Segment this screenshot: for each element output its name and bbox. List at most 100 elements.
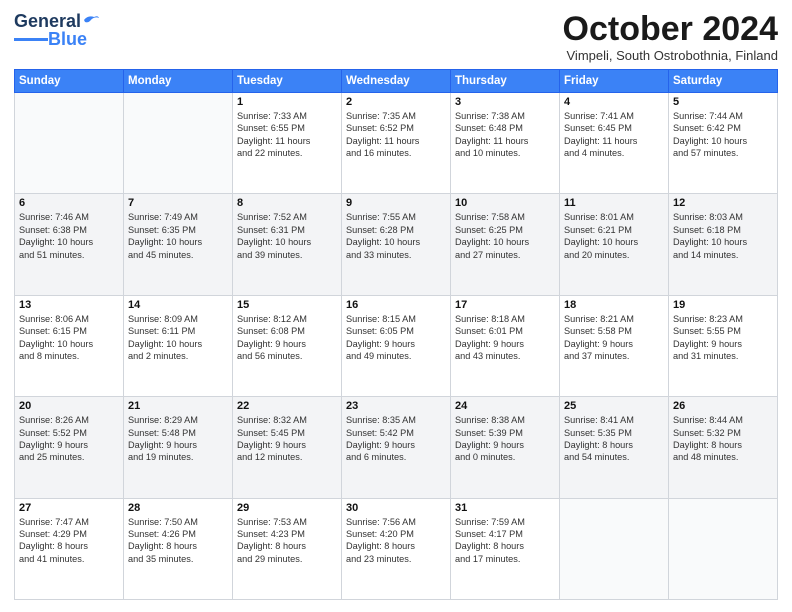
cell-text: Sunset: 4:26 PM xyxy=(128,528,228,540)
cell-text: Sunset: 6:18 PM xyxy=(673,224,773,236)
calendar-table: Sunday Monday Tuesday Wednesday Thursday… xyxy=(14,69,778,600)
cell-text: Sunset: 6:08 PM xyxy=(237,325,337,337)
day-number: 3 xyxy=(455,96,555,108)
cell-text: Sunset: 4:20 PM xyxy=(346,528,446,540)
cell-text: Daylight: 10 hours xyxy=(128,236,228,248)
cell-text: Sunrise: 8:29 AM xyxy=(128,414,228,426)
cell-text: Sunset: 6:45 PM xyxy=(564,122,664,134)
cell-text: Sunrise: 8:03 AM xyxy=(673,211,773,223)
cell-text: and 43 minutes. xyxy=(455,350,555,362)
cell-text: Daylight: 8 hours xyxy=(19,540,119,552)
day-number: 30 xyxy=(346,502,446,514)
cell-text: Daylight: 10 hours xyxy=(19,236,119,248)
day-number: 16 xyxy=(346,299,446,311)
cell-text: Sunrise: 7:47 AM xyxy=(19,516,119,528)
day-number: 24 xyxy=(455,400,555,412)
cell-text: Sunset: 4:23 PM xyxy=(237,528,337,540)
table-row: 7Sunrise: 7:49 AMSunset: 6:35 PMDaylight… xyxy=(124,194,233,295)
cell-text: and 37 minutes. xyxy=(564,350,664,362)
cell-text: Daylight: 11 hours xyxy=(346,135,446,147)
table-row: 23Sunrise: 8:35 AMSunset: 5:42 PMDayligh… xyxy=(342,397,451,498)
day-number: 6 xyxy=(19,197,119,209)
cell-text: and 20 minutes. xyxy=(564,249,664,261)
table-row: 30Sunrise: 7:56 AMSunset: 4:20 PMDayligh… xyxy=(342,498,451,599)
table-row: 1Sunrise: 7:33 AMSunset: 6:55 PMDaylight… xyxy=(233,93,342,194)
table-row: 9Sunrise: 7:55 AMSunset: 6:28 PMDaylight… xyxy=(342,194,451,295)
cell-text: Sunset: 5:35 PM xyxy=(564,427,664,439)
cell-text: Daylight: 8 hours xyxy=(128,540,228,552)
cell-text: Sunrise: 7:44 AM xyxy=(673,110,773,122)
cell-text: and 57 minutes. xyxy=(673,147,773,159)
cell-text: and 49 minutes. xyxy=(346,350,446,362)
cell-text: and 0 minutes. xyxy=(455,451,555,463)
cell-text: Daylight: 11 hours xyxy=(564,135,664,147)
cell-text: and 51 minutes. xyxy=(19,249,119,261)
day-number: 29 xyxy=(237,502,337,514)
cell-text: and 41 minutes. xyxy=(19,553,119,565)
cell-text: Sunrise: 7:35 AM xyxy=(346,110,446,122)
col-saturday: Saturday xyxy=(669,70,778,93)
cell-text: Sunrise: 8:35 AM xyxy=(346,414,446,426)
day-number: 20 xyxy=(19,400,119,412)
cell-text: Sunset: 6:25 PM xyxy=(455,224,555,236)
day-number: 1 xyxy=(237,96,337,108)
cell-text: and 8 minutes. xyxy=(19,350,119,362)
bird-icon xyxy=(82,13,100,27)
cell-text: Sunrise: 8:38 AM xyxy=(455,414,555,426)
cell-text: and 31 minutes. xyxy=(673,350,773,362)
cell-text: Daylight: 9 hours xyxy=(237,439,337,451)
calendar-header-row: Sunday Monday Tuesday Wednesday Thursday… xyxy=(15,70,778,93)
cell-text: Daylight: 11 hours xyxy=(237,135,337,147)
calendar-week-row: 20Sunrise: 8:26 AMSunset: 5:52 PMDayligh… xyxy=(15,397,778,498)
cell-text: Sunrise: 8:15 AM xyxy=(346,313,446,325)
day-number: 7 xyxy=(128,197,228,209)
cell-text: Sunrise: 8:23 AM xyxy=(673,313,773,325)
table-row: 19Sunrise: 8:23 AMSunset: 5:55 PMDayligh… xyxy=(669,295,778,396)
cell-text: Sunrise: 7:46 AM xyxy=(19,211,119,223)
table-row: 13Sunrise: 8:06 AMSunset: 6:15 PMDayligh… xyxy=(15,295,124,396)
cell-text: and 19 minutes. xyxy=(128,451,228,463)
cell-text: and 4 minutes. xyxy=(564,147,664,159)
cell-text: Sunrise: 8:12 AM xyxy=(237,313,337,325)
cell-text: Sunset: 6:05 PM xyxy=(346,325,446,337)
cell-text: and 17 minutes. xyxy=(455,553,555,565)
table-row: 31Sunrise: 7:59 AMSunset: 4:17 PMDayligh… xyxy=(451,498,560,599)
day-number: 15 xyxy=(237,299,337,311)
cell-text: Daylight: 10 hours xyxy=(455,236,555,248)
cell-text: Daylight: 9 hours xyxy=(237,338,337,350)
table-row: 8Sunrise: 7:52 AMSunset: 6:31 PMDaylight… xyxy=(233,194,342,295)
cell-text: Sunrise: 7:56 AM xyxy=(346,516,446,528)
cell-text: Sunset: 5:39 PM xyxy=(455,427,555,439)
table-row: 17Sunrise: 8:18 AMSunset: 6:01 PMDayligh… xyxy=(451,295,560,396)
col-thursday: Thursday xyxy=(451,70,560,93)
cell-text: Sunrise: 7:38 AM xyxy=(455,110,555,122)
day-number: 9 xyxy=(346,197,446,209)
cell-text: and 6 minutes. xyxy=(346,451,446,463)
cell-text: Sunrise: 7:55 AM xyxy=(346,211,446,223)
cell-text: Sunset: 5:32 PM xyxy=(673,427,773,439)
cell-text: Daylight: 9 hours xyxy=(128,439,228,451)
day-number: 21 xyxy=(128,400,228,412)
cell-text: Sunrise: 7:58 AM xyxy=(455,211,555,223)
cell-text: Sunset: 6:38 PM xyxy=(19,224,119,236)
day-number: 13 xyxy=(19,299,119,311)
cell-text: Sunset: 6:52 PM xyxy=(346,122,446,134)
table-row xyxy=(669,498,778,599)
logo: General Blue xyxy=(14,12,100,50)
cell-text: Sunrise: 8:06 AM xyxy=(19,313,119,325)
cell-text: Daylight: 8 hours xyxy=(237,540,337,552)
cell-text: Daylight: 10 hours xyxy=(673,135,773,147)
table-row: 26Sunrise: 8:44 AMSunset: 5:32 PMDayligh… xyxy=(669,397,778,498)
table-row: 16Sunrise: 8:15 AMSunset: 6:05 PMDayligh… xyxy=(342,295,451,396)
cell-text: Sunset: 5:48 PM xyxy=(128,427,228,439)
cell-text: Sunrise: 7:52 AM xyxy=(237,211,337,223)
cell-text: Sunrise: 7:59 AM xyxy=(455,516,555,528)
cell-text: Sunrise: 8:26 AM xyxy=(19,414,119,426)
calendar-week-row: 1Sunrise: 7:33 AMSunset: 6:55 PMDaylight… xyxy=(15,93,778,194)
day-number: 22 xyxy=(237,400,337,412)
day-number: 23 xyxy=(346,400,446,412)
cell-text: Sunset: 6:15 PM xyxy=(19,325,119,337)
logo-text: General xyxy=(14,12,100,30)
cell-text: Daylight: 8 hours xyxy=(455,540,555,552)
day-number: 5 xyxy=(673,96,773,108)
